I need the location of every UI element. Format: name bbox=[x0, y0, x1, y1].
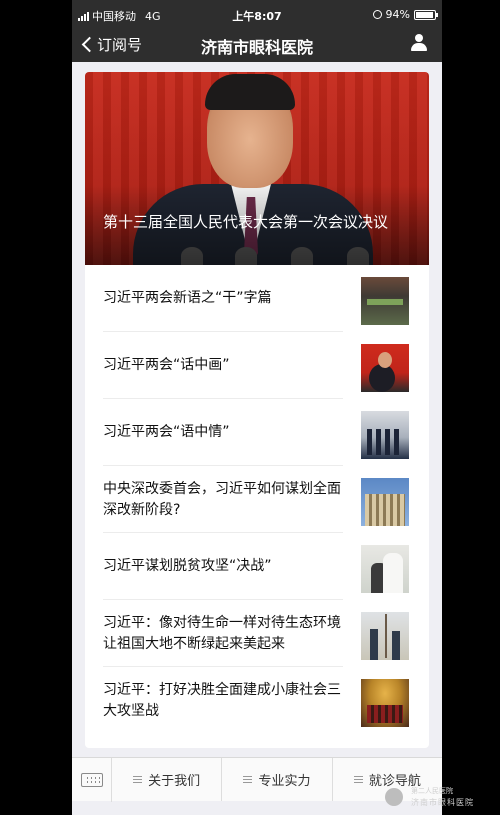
article-thumbnail bbox=[361, 277, 409, 325]
menu-label: 关于我们 bbox=[148, 774, 201, 789]
keyboard-icon bbox=[80, 773, 103, 787]
menu-expertise[interactable]: 专业实力 bbox=[222, 758, 333, 801]
article-title: 习近平两会“话中画” bbox=[103, 357, 230, 373]
battery-icon bbox=[414, 9, 438, 20]
list-item[interactable]: 习近平两会“话中画” bbox=[85, 332, 429, 399]
rotation-lock-icon bbox=[372, 10, 382, 19]
article-list: 习近平两会新语之“干”字篇 习近平两会“话中画” 习近平两会“语中情” 中央深改… bbox=[85, 265, 429, 734]
article-title: 习近平谋划脱贫攻坚“决战” bbox=[103, 558, 272, 574]
list-item[interactable]: 中央深改委首会，习近平如何谋划全面深改新阶段? bbox=[85, 466, 429, 533]
article-thumbnail bbox=[361, 612, 409, 660]
article-thumbnail bbox=[361, 545, 409, 593]
hero-title: 第十三届全国人民代表大会第一次会议决议 bbox=[103, 213, 389, 231]
menu-label: 专业实力 bbox=[258, 774, 311, 789]
article-thumbnail bbox=[361, 344, 409, 392]
keyboard-toggle-button[interactable] bbox=[72, 758, 112, 802]
list-item[interactable]: 习近平谋划脱贫攻坚“决战” bbox=[85, 533, 429, 600]
article-card: 第十三届全国人民代表大会第一次会议决议 习近平两会新语之“干”字篇 习近平两会“… bbox=[85, 72, 429, 748]
list-item[interactable]: 习近平：打好决胜全面建成小康社会三大攻坚战 bbox=[85, 667, 429, 734]
list-item[interactable]: 习近平两会新语之“干”字篇 bbox=[85, 265, 429, 332]
list-item[interactable]: 习近平两会“语中情” bbox=[85, 399, 429, 466]
article-title: 中央深改委首会，习近平如何谋划全面深改新阶段? bbox=[103, 480, 341, 518]
article-title: 习近平两会“语中情” bbox=[103, 424, 230, 440]
hospital-logo-icon bbox=[385, 788, 403, 806]
phone-screen: 中国移动 4G 上午8:07 94% 订阅号 济南市眼科医院 第十三届全国人民代… bbox=[72, 0, 442, 815]
hero-article[interactable]: 第十三届全国人民代表大会第一次会议决议 bbox=[85, 72, 429, 265]
article-thumbnail bbox=[361, 411, 409, 459]
nav-bar: 订阅号 济南市眼科医院 bbox=[72, 28, 442, 62]
watermark: 第二人民医院 济南市眼科医院 bbox=[385, 784, 495, 810]
watermark-line1: 第二人民医院 bbox=[411, 787, 453, 795]
article-title: 习近平：打好决胜全面建成小康社会三大攻坚战 bbox=[103, 681, 341, 719]
profile-icon[interactable] bbox=[410, 34, 428, 52]
battery-percent: 94% bbox=[385, 8, 410, 21]
menu-icon bbox=[353, 776, 363, 783]
menu-about-us[interactable]: 关于我们 bbox=[112, 758, 223, 801]
article-thumbnail bbox=[361, 679, 409, 727]
article-thumbnail bbox=[361, 478, 409, 526]
article-title: 习近平两会新语之“干”字篇 bbox=[103, 290, 272, 306]
article-title: 习近平：像对待生命一样对待生态环境 让祖国大地不断绿起来美起来 bbox=[103, 614, 341, 652]
menu-icon bbox=[243, 776, 253, 783]
status-bar: 中国移动 4G 上午8:07 94% bbox=[72, 0, 442, 28]
status-right: 94% bbox=[372, 8, 438, 21]
watermark-line2: 济南市眼科医院 bbox=[411, 798, 474, 807]
list-item[interactable]: 习近平：像对待生命一样对待生态环境 让祖国大地不断绿起来美起来 bbox=[85, 600, 429, 667]
menu-icon bbox=[133, 776, 143, 783]
page-title: 济南市眼科医院 bbox=[200, 38, 313, 57]
